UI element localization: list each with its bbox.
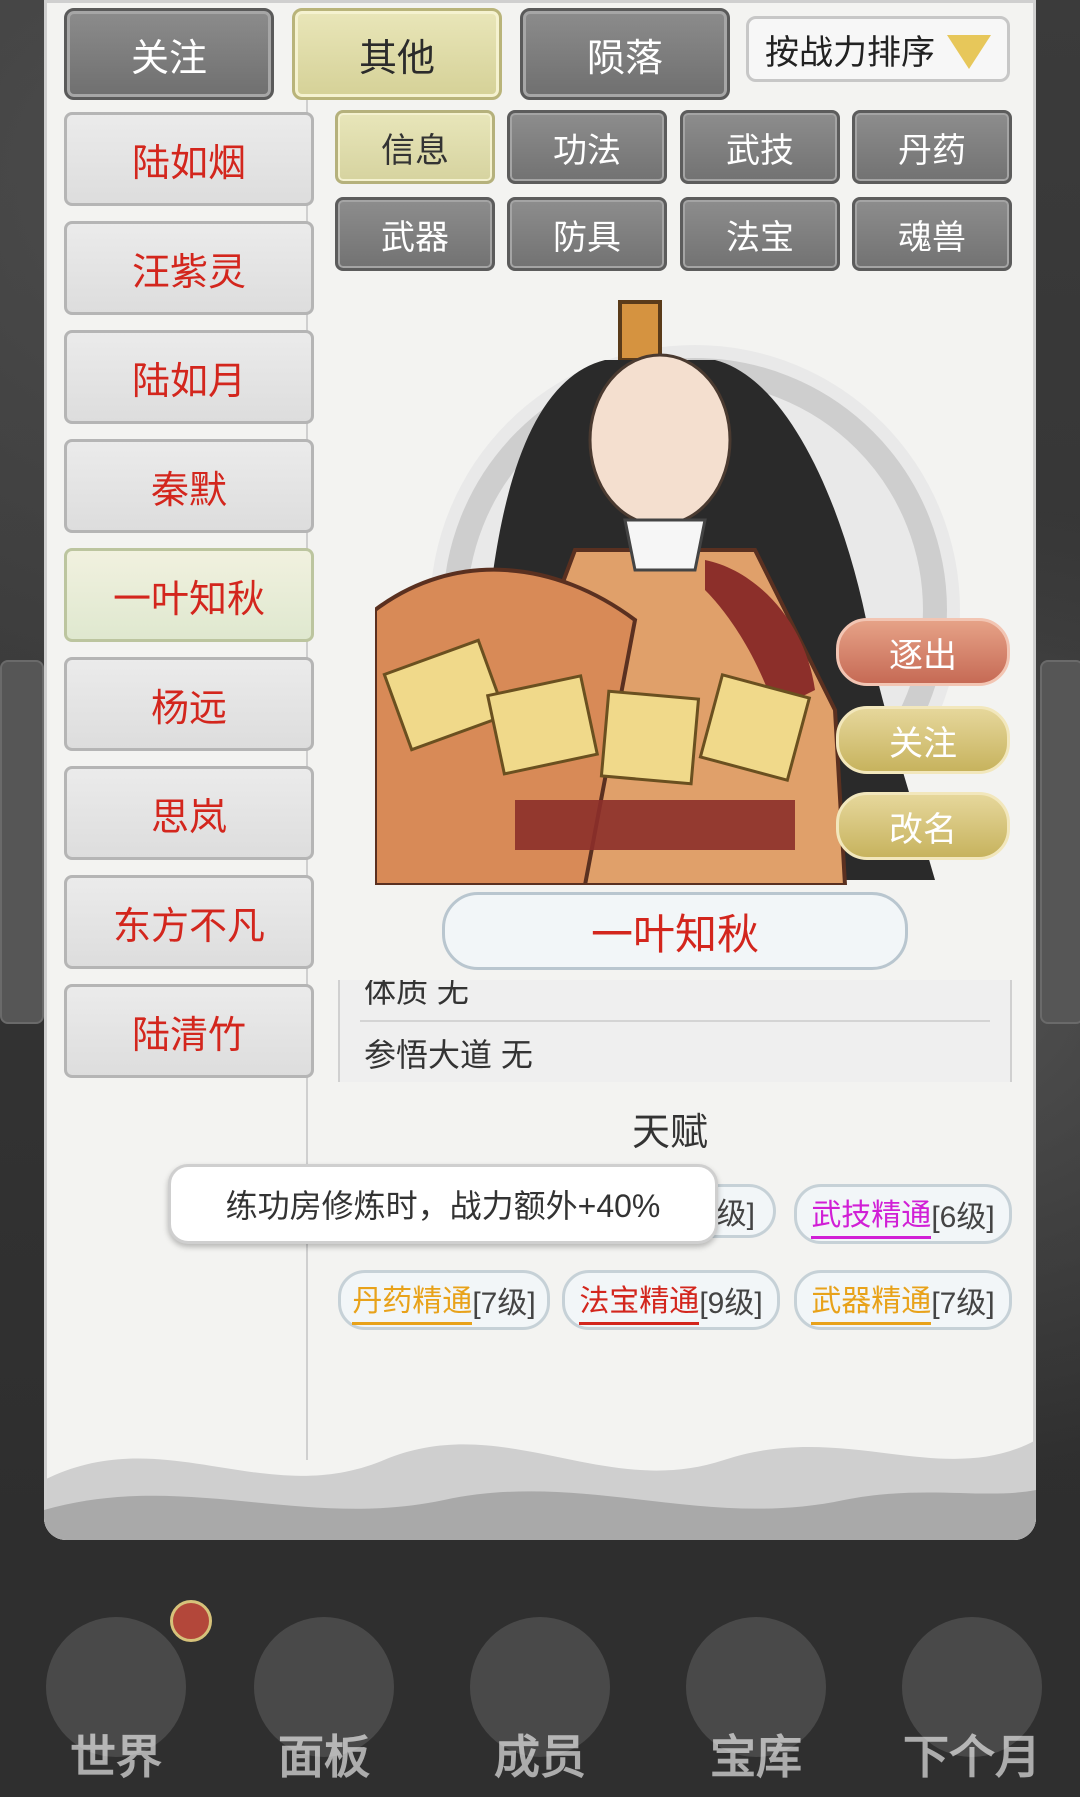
character-name: 一叶知秋 xyxy=(590,910,759,958)
member-item[interactable]: 汪紫灵 xyxy=(64,221,314,315)
background-card-right xyxy=(1040,660,1080,1024)
member-name: 思岚 xyxy=(150,796,227,839)
member-item-selected[interactable]: 一叶知秋 xyxy=(64,548,314,642)
info-value: 无 xyxy=(500,1037,533,1073)
dropdown-triangle-icon xyxy=(947,35,991,69)
talent-chip[interactable]: 法宝精通 [9级] xyxy=(562,1270,780,1330)
nav-label: 宝库 xyxy=(710,1732,802,1783)
member-name: 秦默 xyxy=(150,469,227,512)
subtab-artifact[interactable]: 法宝 xyxy=(680,197,840,271)
member-name: 杨远 xyxy=(150,687,227,730)
member-name: 一叶知秋 xyxy=(112,578,265,621)
member-name: 陆清竹 xyxy=(131,1014,246,1057)
talent-name: 武技精通 xyxy=(811,1190,932,1239)
talent-title: 天赋 xyxy=(631,1111,708,1154)
talent-chip[interactable]: 丹药精通 [7级] xyxy=(338,1270,550,1330)
nav-label: 成员 xyxy=(494,1732,586,1783)
talent-name: 丹药精通 xyxy=(352,1276,473,1325)
member-item[interactable]: 东方不凡 xyxy=(64,875,314,969)
member-item[interactable]: 陆如月 xyxy=(64,330,314,424)
nav-treasury[interactable]: 宝库 xyxy=(656,1597,856,1797)
talent-chip[interactable]: 武技精通 [6级] xyxy=(794,1184,1012,1244)
bottom-navigation: 世界 面板 成员 宝库 下个月 xyxy=(0,1590,1080,1797)
nav-members[interactable]: 成员 xyxy=(440,1597,640,1797)
member-item[interactable]: 杨远 xyxy=(64,657,314,751)
talent-tooltip: 练功房修炼时，战力额外+40% xyxy=(168,1164,718,1244)
subtab-martial[interactable]: 武技 xyxy=(680,110,840,184)
follow-button[interactable]: 关注 xyxy=(836,706,1010,774)
subtab-beast[interactable]: 魂兽 xyxy=(852,197,1012,271)
subtab-armor[interactable]: 防具 xyxy=(507,197,667,271)
subtab-weapon[interactable]: 武器 xyxy=(335,197,495,271)
member-item[interactable]: 秦默 xyxy=(64,439,314,533)
info-label: 参悟大道 xyxy=(364,1037,493,1073)
info-row-constitution: 体质 无 xyxy=(364,980,469,1012)
tab-other[interactable]: 其他 xyxy=(292,8,502,100)
sort-label: 按战力排序 xyxy=(765,33,935,72)
background-card-left xyxy=(0,660,44,1024)
talent-name: 武器精通 xyxy=(811,1276,932,1325)
talent-header: 天赋 xyxy=(520,1098,820,1158)
sort-dropdown[interactable]: 按战力排序 xyxy=(746,16,1010,82)
member-name: 东方不凡 xyxy=(112,905,265,948)
member-item[interactable]: 陆清竹 xyxy=(64,984,314,1078)
character-name-plate: 一叶知秋 xyxy=(442,892,908,970)
info-divider xyxy=(360,1020,990,1022)
talent-level: [9级] xyxy=(699,1287,763,1320)
tab-fallen[interactable]: 陨落 xyxy=(520,8,730,100)
talent-level: [6级] xyxy=(931,1201,995,1234)
tab-follow[interactable]: 关注 xyxy=(64,8,274,100)
talent-name: 法宝精通 xyxy=(579,1276,700,1325)
nav-label: 世界 xyxy=(70,1732,162,1783)
rename-button[interactable]: 改名 xyxy=(836,792,1010,860)
subtab-skills[interactable]: 功法 xyxy=(507,110,667,184)
talent-chip[interactable]: 武器精通 [7级] xyxy=(794,1270,1012,1330)
subtab-pills[interactable]: 丹药 xyxy=(852,110,1012,184)
subtab-info[interactable]: 信息 xyxy=(335,110,495,184)
expel-button[interactable]: 逐出 xyxy=(836,618,1010,686)
nav-next-month[interactable]: 下个月 xyxy=(872,1597,1072,1797)
nav-panel[interactable]: 面板 xyxy=(224,1597,424,1797)
member-name: 陆如烟 xyxy=(131,142,246,185)
info-value: 无 xyxy=(436,980,469,1009)
info-label: 体质 xyxy=(364,980,429,1009)
talent-level: [7级] xyxy=(931,1287,995,1320)
nav-label: 下个月 xyxy=(903,1732,1041,1783)
member-name: 陆如月 xyxy=(131,360,246,403)
tooltip-text: 练功房修炼时，战力额外+40% xyxy=(225,1188,661,1224)
notification-dot-icon xyxy=(170,1600,212,1642)
talent-level: 级] xyxy=(716,1198,755,1231)
member-item[interactable]: 陆如烟 xyxy=(64,112,314,206)
cloud-decoration xyxy=(44,1440,1036,1540)
nav-label: 面板 xyxy=(278,1732,370,1783)
talent-level: [7级] xyxy=(472,1287,536,1320)
member-name: 汪紫灵 xyxy=(131,251,246,294)
member-item[interactable]: 思岚 xyxy=(64,766,314,860)
info-scroll-box[interactable]: 体质 无 参悟大道 无 xyxy=(338,980,1012,1082)
info-row-comprehension: 参悟大道 无 xyxy=(364,1030,533,1076)
